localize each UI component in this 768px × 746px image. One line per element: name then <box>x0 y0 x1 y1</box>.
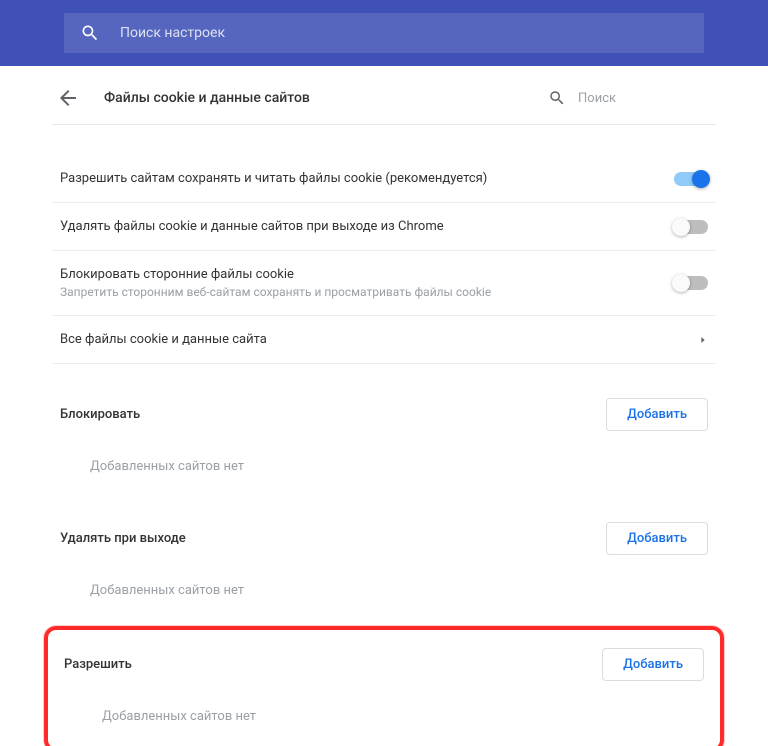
setting-label: Блокировать сторонние файлы cookie <box>60 267 674 282</box>
section-remove-on-exit: Удалять при выходе Добавить Добавленных … <box>52 512 716 612</box>
empty-allow-text: Добавленных сайтов нет <box>60 691 708 738</box>
back-arrow-icon[interactable] <box>56 86 80 110</box>
search-icon <box>548 89 566 107</box>
toggle-block-third-party[interactable] <box>674 276 708 290</box>
settings-search-input[interactable] <box>120 25 688 41</box>
page-header: Файлы cookie и данные сайтов <box>52 66 716 125</box>
setting-label: Все файлы cookie и данные сайта <box>60 332 698 347</box>
settings-search-container[interactable] <box>64 13 704 53</box>
setting-all-cookies[interactable]: Все файлы cookie и данные сайта <box>52 316 716 364</box>
setting-clear-on-exit: Удалять файлы cookie и данные сайтов при… <box>52 203 716 251</box>
highlighted-allow-section: Разрешить Добавить Добавленных сайтов не… <box>44 626 724 746</box>
toggle-clear-on-exit[interactable] <box>674 220 708 234</box>
add-allow-button[interactable]: Добавить <box>602 648 704 681</box>
setting-label: Разрешить сайтам сохранять и читать файл… <box>60 171 674 186</box>
top-search-bar <box>0 0 768 66</box>
search-icon <box>80 23 100 43</box>
page-title: Файлы cookie и данные сайтов <box>104 90 548 106</box>
add-remove-button[interactable]: Добавить <box>606 522 708 555</box>
toggle-allow-cookies[interactable] <box>674 172 708 186</box>
local-search-input[interactable] <box>578 91 708 106</box>
section-block: Блокировать Добавить Добавленных сайтов … <box>52 388 716 488</box>
setting-label: Удалять файлы cookie и данные сайтов при… <box>60 219 674 234</box>
chevron-right-icon <box>698 335 708 345</box>
empty-remove-text: Добавленных сайтов нет <box>52 565 716 612</box>
setting-allow-cookies: Разрешить сайтам сохранять и читать файл… <box>52 155 716 203</box>
setting-block-third-party: Блокировать сторонние файлы cookie Запре… <box>52 251 716 316</box>
add-block-button[interactable]: Добавить <box>606 398 708 431</box>
section-title: Разрешить <box>64 657 602 672</box>
empty-block-text: Добавленных сайтов нет <box>52 441 716 488</box>
local-search[interactable] <box>548 89 708 107</box>
setting-sublabel: Запретить сторонним веб-сайтам сохранять… <box>60 285 674 299</box>
section-title: Удалять при выходе <box>60 531 606 546</box>
section-title: Блокировать <box>60 407 606 422</box>
